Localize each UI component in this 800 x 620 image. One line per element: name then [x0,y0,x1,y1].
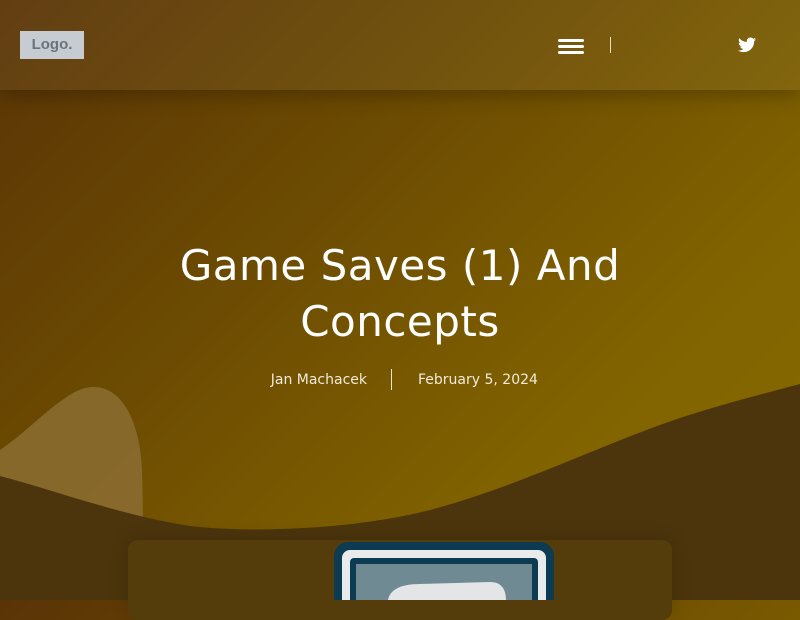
computer-monitor-illustration [334,542,554,600]
site-header: Logo. [0,0,800,90]
site-logo[interactable]: Logo. [20,31,84,59]
meta-divider [391,369,392,390]
page-title-line-2: Concepts [300,297,500,346]
page-title-line-1: Game Saves (1) And [179,241,621,290]
post-meta: Jan Machacek February 5, 2024 [0,369,800,391]
header-divider [610,37,611,53]
hamburger-menu-icon[interactable] [558,36,584,56]
post-author[interactable]: Jan Machacek [271,369,367,391]
post-date: February 5, 2024 [418,372,538,388]
page-title: Game Saves (1) And Concepts [0,238,800,350]
twitter-icon[interactable] [738,37,756,53]
